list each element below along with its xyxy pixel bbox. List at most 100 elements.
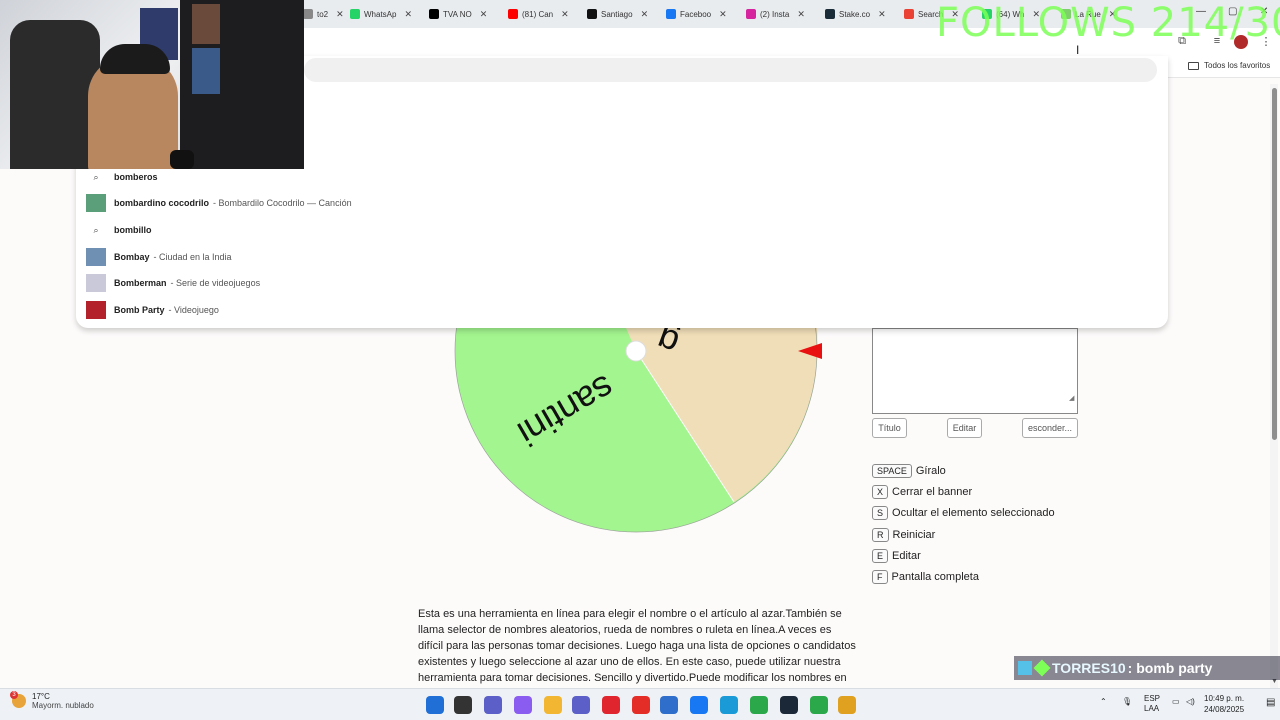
names-textarea[interactable] bbox=[872, 328, 1078, 414]
omnibox-input[interactable] bbox=[304, 58, 1157, 82]
volume-icon[interactable]: ◁) bbox=[1186, 697, 1195, 706]
instagram-icon bbox=[746, 9, 756, 19]
suggestion-description: - Ciudad en la India bbox=[153, 252, 232, 262]
language-indicator[interactable]: ESP LAA bbox=[1144, 694, 1160, 714]
shortcut-key: SPACE bbox=[872, 464, 912, 478]
title-button[interactable]: Título bbox=[872, 418, 907, 438]
scrollbar-thumb[interactable] bbox=[1272, 88, 1277, 440]
microphone-icon[interactable]: 🎙 bbox=[1122, 697, 1132, 706]
tab-label: (2) Insta bbox=[760, 9, 790, 19]
omnibox-suggestion[interactable]: ⌕ bomberos bbox=[86, 166, 158, 188]
x-twitter-icon bbox=[429, 9, 439, 19]
browser-tab[interactable]: Santiago ✕ bbox=[587, 6, 648, 22]
chat-badge-icon bbox=[1018, 661, 1032, 675]
suggestion-text: bomberos bbox=[114, 172, 158, 182]
tray-chevron-icon[interactable]: ⌃ bbox=[1100, 697, 1107, 706]
close-tab-icon[interactable]: ✕ bbox=[336, 9, 344, 20]
network-icon[interactable]: ▭ bbox=[1172, 697, 1180, 706]
task-view-icon[interactable] bbox=[454, 696, 472, 714]
browser-tab[interactable]: WhatsAp ✕ bbox=[350, 6, 412, 22]
store-icon[interactable] bbox=[660, 696, 678, 714]
resize-grip-icon[interactable]: ◢ bbox=[1069, 394, 1074, 402]
chat-sparkle-icon bbox=[1033, 659, 1051, 677]
tab-label: TVA NO bbox=[443, 9, 472, 19]
keyboard-shortcut: X Cerrar el banner bbox=[872, 484, 972, 500]
shortcut-label: Cerrar el banner bbox=[892, 486, 973, 498]
keyboard-shortcut: R Reiniciar bbox=[872, 527, 935, 543]
webcam-overlay bbox=[0, 0, 304, 169]
youtube-icon bbox=[508, 9, 518, 19]
steam-icon[interactable] bbox=[780, 696, 798, 714]
stake-icon bbox=[825, 9, 835, 19]
keyboard-shortcut: SPACE Gíralo bbox=[872, 463, 946, 479]
browser-tab[interactable]: to2 ✕ bbox=[303, 6, 344, 22]
microphone bbox=[170, 150, 194, 169]
facebook-icon bbox=[666, 9, 676, 19]
gaming-chair bbox=[10, 20, 100, 169]
all-favorites-button[interactable]: Todos los favoritos bbox=[1188, 61, 1270, 70]
opera-icon[interactable] bbox=[602, 696, 620, 714]
chat-username: TORRES10 bbox=[1052, 660, 1126, 676]
omnibox-suggestion[interactable]: ⌕ bombillo bbox=[86, 219, 152, 241]
whatsapp-icon bbox=[350, 9, 360, 19]
notification-badge: 3 bbox=[10, 691, 18, 699]
chrome-alt-icon[interactable] bbox=[838, 696, 856, 714]
shortcut-label: Pantalla completa bbox=[891, 571, 979, 583]
start-windows-icon[interactable] bbox=[426, 696, 444, 714]
tab-label: Stake.co bbox=[839, 9, 871, 19]
suggestion-text: Bomb Party bbox=[114, 305, 165, 315]
browser-tab[interactable]: TVA NO ✕ bbox=[429, 6, 487, 22]
omnibox-suggestion[interactable]: Bomberman - Serie de videojuegos bbox=[86, 272, 260, 294]
browser-tab[interactable]: (2) Insta ✕ bbox=[746, 6, 805, 22]
browser-tab[interactable]: Stake.co ✕ bbox=[825, 6, 886, 22]
teams-icon[interactable] bbox=[572, 696, 590, 714]
file-explorer-icon[interactable] bbox=[544, 696, 562, 714]
shortcut-label: Gíralo bbox=[915, 465, 946, 477]
youtube-icon[interactable] bbox=[632, 696, 650, 714]
shortcut-key: F bbox=[872, 570, 888, 584]
copilot-icon[interactable] bbox=[514, 696, 532, 714]
omnibox-suggestion[interactable]: Bomb Party - Videojuego bbox=[86, 299, 219, 321]
tab-label: to2 bbox=[317, 9, 329, 19]
close-tab-icon[interactable]: ✕ bbox=[480, 9, 488, 20]
shortcut-key: R bbox=[872, 528, 889, 542]
close-tab-icon[interactable]: ✕ bbox=[797, 9, 805, 20]
gmail-icon bbox=[904, 9, 914, 19]
notifications-icon[interactable]: ▤ bbox=[1266, 697, 1275, 708]
chrome-profile-icon[interactable] bbox=[810, 696, 828, 714]
hide-button[interactable]: esconder... bbox=[1022, 418, 1078, 438]
edit-button[interactable]: Editar bbox=[947, 418, 982, 438]
chat-text: : bomb party bbox=[1127, 660, 1213, 676]
wheel-pointer-icon bbox=[798, 343, 822, 359]
omnibox-suggestion[interactable]: Bombay - Ciudad en la India bbox=[86, 246, 232, 268]
close-tab-icon[interactable]: ✕ bbox=[404, 9, 412, 20]
suggestion-text: bombardino cocodrilo bbox=[114, 198, 210, 208]
generic-tab-icon bbox=[303, 9, 313, 19]
close-tab-icon[interactable]: ✕ bbox=[719, 9, 727, 20]
suggestion-thumbnail bbox=[86, 274, 106, 292]
suggestion-text: bombillo bbox=[114, 225, 152, 235]
search-icon: ⌕ bbox=[93, 171, 99, 182]
browser-tab[interactable]: (81) Can ✕ bbox=[508, 6, 569, 22]
chat-app-icon[interactable] bbox=[484, 696, 502, 714]
shortcut-label: Ocultar el elemento seleccionado bbox=[892, 507, 1055, 519]
omnibox-suggestion[interactable]: bombardino cocodrilo - Bombardilo Cocodri… bbox=[86, 192, 352, 214]
keyboard-shortcut: S Ocultar el elemento seleccionado bbox=[872, 505, 1055, 521]
facebook-icon[interactable] bbox=[690, 696, 708, 714]
edge-icon[interactable] bbox=[720, 696, 738, 714]
suggestion-description: - Videojuego bbox=[168, 305, 219, 315]
browser-tab[interactable]: Faceboo ✕ bbox=[666, 6, 727, 22]
folder-icon bbox=[1188, 61, 1199, 70]
suggestion-text: Bomberman bbox=[114, 278, 167, 288]
system-clock[interactable]: 10:49 p. m. 24/08/2025 bbox=[1204, 693, 1244, 715]
weather-widget[interactable]: 3 17°C Mayorm. nublado bbox=[10, 691, 94, 710]
chrome-icon[interactable] bbox=[750, 696, 768, 714]
all-favorites-label: Todos los favoritos bbox=[1204, 61, 1271, 70]
close-tab-icon[interactable]: ✕ bbox=[561, 9, 569, 20]
tiktok-icon bbox=[587, 9, 597, 19]
tab-label: Santiago bbox=[601, 9, 633, 19]
suggestion-description: - Bombardilo Cocodrilo — Canción bbox=[213, 198, 352, 208]
close-tab-icon[interactable]: ✕ bbox=[878, 9, 886, 20]
chat-message-overlay: TORRES10 : bomb party bbox=[1014, 656, 1280, 680]
close-tab-icon[interactable]: ✕ bbox=[641, 9, 649, 20]
